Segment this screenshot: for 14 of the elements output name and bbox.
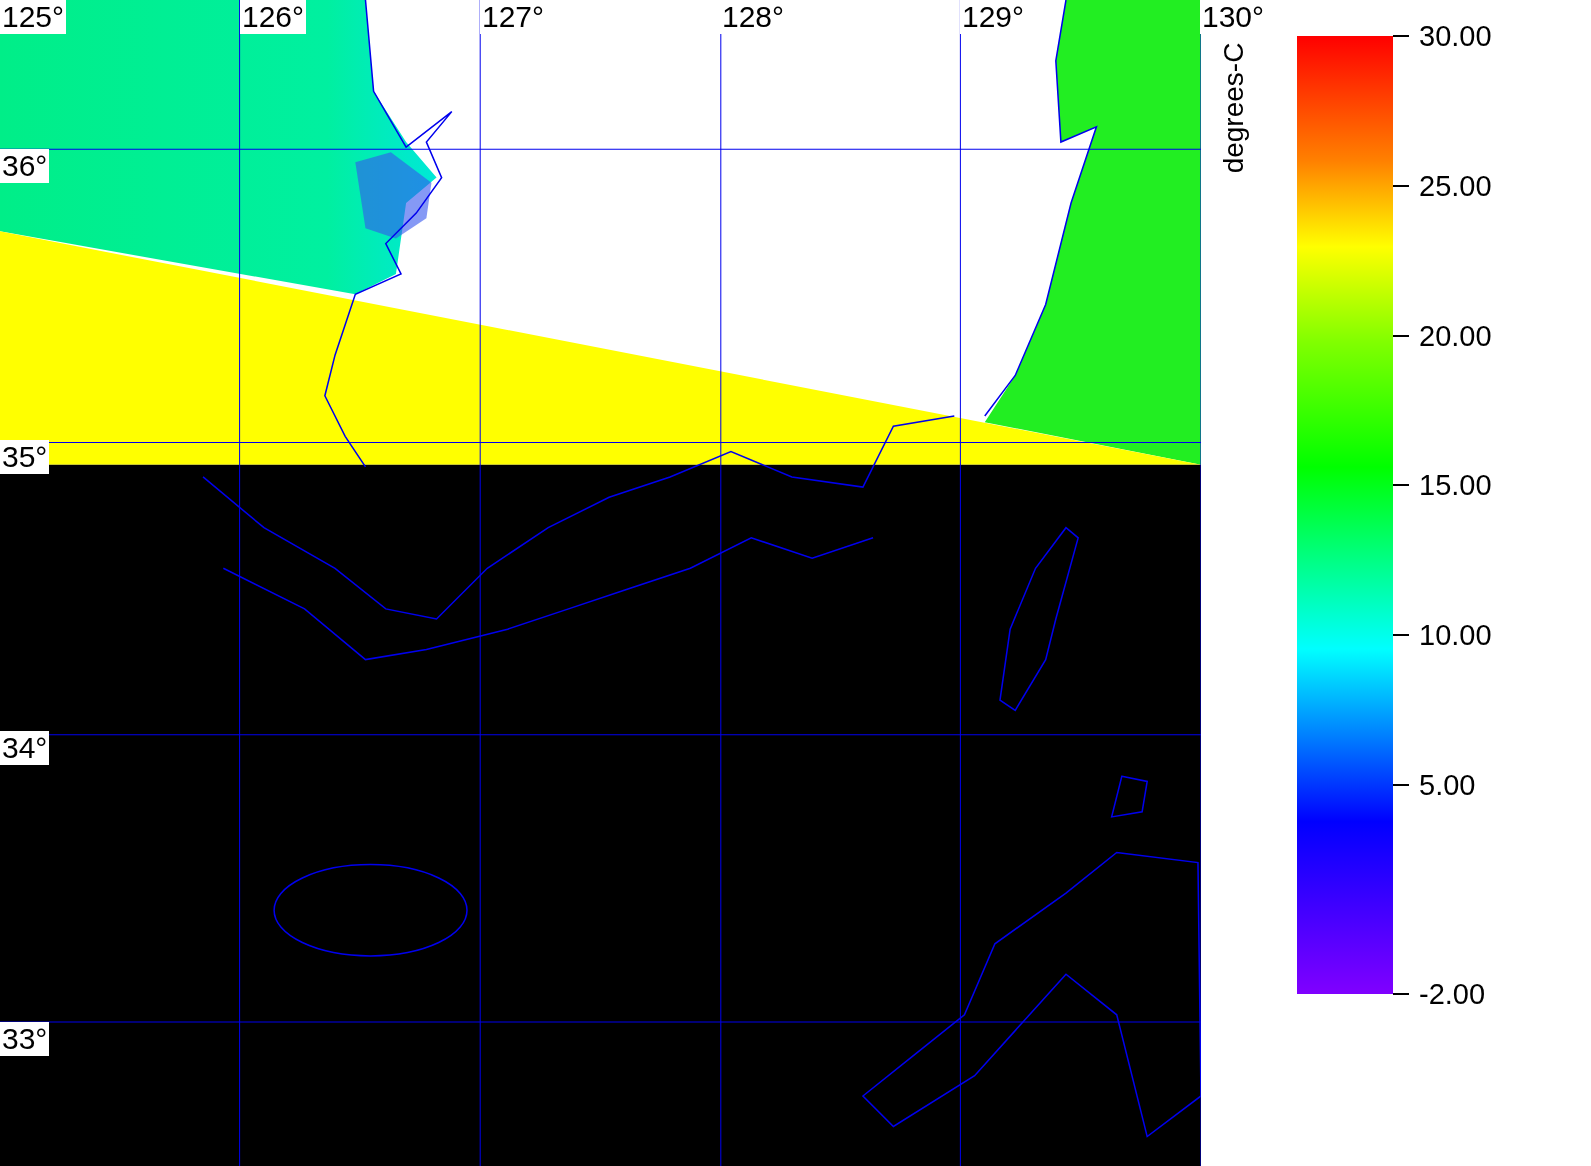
colorbar-tick-label: 20.00 xyxy=(1419,318,1492,353)
colorbar-tick-label: 30.00 xyxy=(1419,19,1492,53)
longitude-label: 125° xyxy=(0,0,67,34)
latitude-label: 36° xyxy=(0,149,50,183)
colorbar-title: degrees-C xyxy=(1218,42,1251,174)
colorbar-tick-label: 5.00 xyxy=(1419,768,1476,802)
colorbar-tick-label: 15.00 xyxy=(1419,468,1492,503)
longitude-label: 126° xyxy=(240,0,307,34)
latitude-label: 33° xyxy=(0,1022,50,1056)
colorbar-tick-label: 10.00 xyxy=(1419,618,1492,653)
colorbar-tick-label: -2.00 xyxy=(1419,977,1486,1011)
latitude-label: 35° xyxy=(0,440,50,474)
latitude-label: 34° xyxy=(0,731,50,765)
colorbar-tick-label: 25.00 xyxy=(1419,168,1492,203)
